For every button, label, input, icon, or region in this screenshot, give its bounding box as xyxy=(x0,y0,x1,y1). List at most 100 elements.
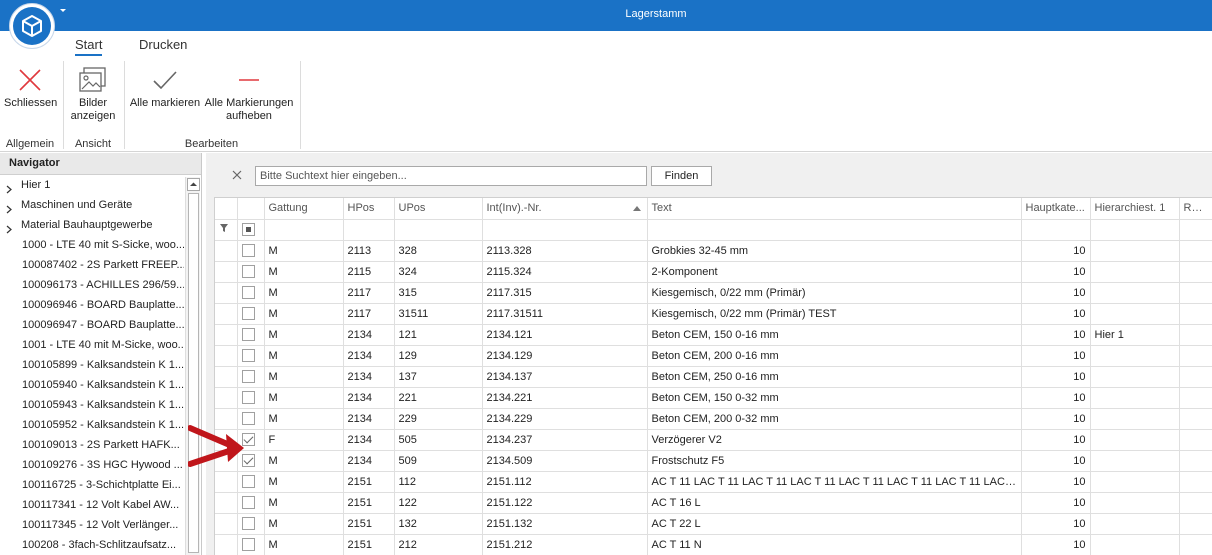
row-indicator[interactable] xyxy=(215,492,238,514)
app-logo[interactable] xyxy=(9,3,55,49)
column-header-upos[interactable]: UPos xyxy=(394,198,483,220)
table-row[interactable]: M 2134 229 2134.229 Beton CEM, 200 0-32 mm 10 xyxy=(215,408,1212,430)
navigator-item[interactable]: 100109013 - 2S Parkett HAFK... xyxy=(0,435,184,455)
row-indicator[interactable] xyxy=(215,366,238,388)
table-row[interactable]: M 2151 122 2151.122 AC T 16 L 10 xyxy=(215,492,1212,514)
table-row[interactable]: M 2134 509 2134.509 Frostschutz F5 10 xyxy=(215,450,1212,472)
table-row[interactable]: M 2115 324 2115.324 2-Komponent 10 xyxy=(215,261,1212,283)
select-all-checkbox[interactable] xyxy=(241,223,255,236)
navigator-item[interactable]: 100096947 - BOARD Bauplatte... xyxy=(0,315,184,335)
row-indicator[interactable] xyxy=(215,345,238,367)
row-checkbox[interactable] xyxy=(241,307,255,320)
row-checkbox[interactable] xyxy=(241,391,255,404)
column-header-text[interactable]: Text xyxy=(647,198,1022,220)
navigator-item[interactable]: 100105943 - Kalksandstein K 1... xyxy=(0,395,184,415)
row-checkbox[interactable] xyxy=(241,286,255,299)
navigator-item[interactable]: 100117341 - 12 Volt Kabel AW... xyxy=(0,495,184,515)
close-button[interactable]: Schliessen xyxy=(4,63,57,110)
chevron-right-icon[interactable] xyxy=(6,221,12,234)
filter-cell[interactable] xyxy=(482,219,648,241)
navigator-item[interactable]: 100096946 - BOARD Bauplatte... xyxy=(0,295,184,315)
navigator-item[interactable]: 100105952 - Kalksandstein K 1... xyxy=(0,415,184,435)
filter-cell[interactable] xyxy=(647,219,1022,241)
mark-all-button[interactable]: Alle markieren xyxy=(129,63,201,110)
row-checkbox[interactable] xyxy=(241,538,255,551)
unmark-all-button[interactable]: Alle Markierungen aufheben xyxy=(204,63,294,123)
search-input[interactable] xyxy=(255,166,647,186)
column-header-rabatt[interactable]: Rab... xyxy=(1179,198,1212,220)
filter-cell[interactable] xyxy=(343,219,395,241)
chevron-right-icon[interactable] xyxy=(6,181,12,194)
row-checkbox[interactable] xyxy=(241,265,255,278)
column-header-hpos[interactable]: HPos xyxy=(343,198,395,220)
row-indicator[interactable] xyxy=(215,282,238,304)
row-indicator[interactable] xyxy=(215,471,238,493)
filter-cell[interactable] xyxy=(1090,219,1180,241)
row-checkbox[interactable] xyxy=(241,496,255,509)
navigator-item[interactable]: 100116725 - 3-Schichtplatte Ei... xyxy=(0,475,184,495)
row-checkbox[interactable] xyxy=(241,349,255,362)
table-row[interactable]: M 2151 212 2151.212 AC T 11 N 10 xyxy=(215,534,1212,555)
scroll-up-button[interactable] xyxy=(187,178,200,191)
scroll-thumb[interactable] xyxy=(188,193,199,553)
table-row[interactable]: F 2134 505 2134.237 Verzögerer V2 10 xyxy=(215,429,1212,451)
table-row[interactable]: M 2117 31511 2117.31511 Kiesgemisch, 0/22 mm… xyxy=(215,303,1212,325)
filter-cell[interactable] xyxy=(1179,219,1212,241)
row-checkbox[interactable] xyxy=(241,517,255,530)
column-header-hauptkategorie[interactable]: Hauptkate... xyxy=(1021,198,1091,220)
navigator-item[interactable]: 1000 - LTE 40 mit S-Sicke, woo... xyxy=(0,235,184,255)
row-checkbox[interactable] xyxy=(241,244,255,257)
row-indicator[interactable] xyxy=(215,513,238,535)
column-header-hierarchiestufe[interactable]: Hierarchiest. 1 xyxy=(1090,198,1180,220)
sort-ascending-icon xyxy=(632,206,641,211)
row-indicator[interactable] xyxy=(215,240,238,262)
show-images-button[interactable]: Bilder anzeigen xyxy=(67,63,119,123)
table-row[interactable]: M 2151 132 2151.132 AC T 22 L 10 xyxy=(215,513,1212,535)
navigator-item[interactable]: Maschinen und Geräte xyxy=(0,195,184,215)
filter-cell[interactable] xyxy=(264,219,344,241)
filter-icon[interactable] xyxy=(215,219,238,241)
navigator-item[interactable]: 100105899 - Kalksandstein K 1... xyxy=(0,355,184,375)
row-checkbox[interactable] xyxy=(241,328,255,341)
table-row[interactable]: M 2134 221 2134.221 Beton CEM, 150 0-32 mm 10 xyxy=(215,387,1212,409)
navigator-scrollbar[interactable] xyxy=(185,177,200,555)
navigator-item[interactable]: 1001 - LTE 40 mit M-Sicke, woo... xyxy=(0,335,184,355)
row-checkbox[interactable] xyxy=(241,475,255,488)
row-indicator[interactable] xyxy=(215,261,238,283)
row-indicator[interactable] xyxy=(215,303,238,325)
column-header-gattung[interactable]: Gattung xyxy=(264,198,344,220)
table-row[interactable]: M 2134 137 2134.137 Beton CEM, 250 0-16 mm 10 xyxy=(215,366,1212,388)
row-checkbox[interactable] xyxy=(241,370,255,383)
navigator-item[interactable]: Material Bauhauptgewerbe xyxy=(0,215,184,235)
table-row[interactable]: M 2117 315 2117.315 Kiesgemisch, 0/22 mm (Pr… xyxy=(215,282,1212,304)
column-header-intnr[interactable]: Int(Inv).-Nr. xyxy=(482,198,648,220)
navigator-item[interactable]: 100109276 - 3S HGC Hywood ... xyxy=(0,455,184,475)
ribbon-tabs: Start Drucken xyxy=(0,31,1212,59)
row-indicator[interactable] xyxy=(215,534,238,555)
row-indicator[interactable] xyxy=(215,387,238,409)
navigator-item[interactable]: 100087402 - 2S Parkett FREEP... xyxy=(0,255,184,275)
navigator-item[interactable]: 100096173 - ACHILLES 296/59... xyxy=(0,275,184,295)
cell-text: Beton CEM, 250 0-16 mm xyxy=(647,366,1022,388)
select-cell xyxy=(237,324,265,346)
navigator-item[interactable]: Hier 1 xyxy=(0,175,184,195)
group-label-view: Ansicht xyxy=(74,138,112,150)
table-row[interactable]: M 2134 121 2134.121 Beton CEM, 150 0-16 mm 10… xyxy=(215,324,1212,346)
table-row[interactable]: M 2113 328 2113.328 Grobkies 32-45 mm 10 xyxy=(215,240,1212,262)
row-indicator[interactable] xyxy=(215,324,238,346)
table-row[interactable]: M 2151 112 2151.112 AC T 11 LAC T 11 LAC T 1… xyxy=(215,471,1212,493)
navigator-item[interactable]: 100117345 - 12 Volt Verlänger... xyxy=(0,515,184,535)
chevron-right-icon[interactable] xyxy=(6,201,12,214)
filter-cell[interactable] xyxy=(394,219,483,241)
clear-search-icon[interactable] xyxy=(232,170,242,180)
cell-gattung: M xyxy=(264,471,344,493)
find-button[interactable]: Finden xyxy=(651,166,712,186)
navigator-item[interactable]: 100208 - 3fach-Schlitzaufsatz... xyxy=(0,535,184,555)
tab-start[interactable]: Start xyxy=(75,37,103,56)
navigator-item[interactable]: 100105940 - Kalksandstein K 1... xyxy=(0,375,184,395)
table-row[interactable]: M 2134 129 2134.129 Beton CEM, 200 0-16 mm 10 xyxy=(215,345,1212,367)
filter-cell[interactable] xyxy=(1021,219,1091,241)
cell-upos: 137 xyxy=(394,366,483,388)
select-cell xyxy=(237,366,265,388)
tab-drucken[interactable]: Drucken xyxy=(139,37,187,52)
